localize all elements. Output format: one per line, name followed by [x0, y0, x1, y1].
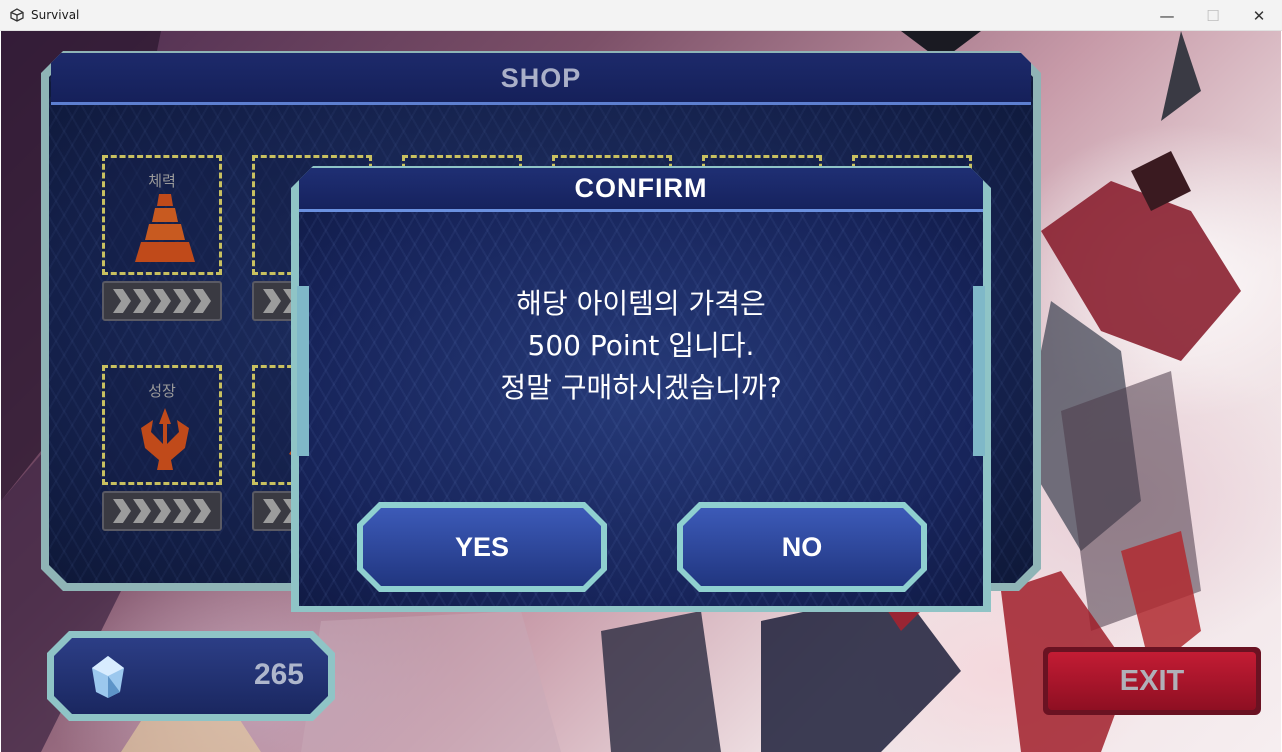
- confirm-message-line: 정말 구매하시겠습니까?: [500, 371, 782, 404]
- crystal-icon: [92, 656, 124, 698]
- no-button-face[interactable]: NO: [683, 508, 921, 586]
- confirm-message: 해당 아이템의 가격은 500 Point 입니다. 정말 구매하시겠습니까?: [291, 283, 991, 409]
- shop-item-label: 성장: [148, 382, 176, 400]
- shop-item-label: 체력: [148, 172, 176, 190]
- shop-item-slot[interactable]: 성장: [102, 365, 222, 485]
- no-button-label: NO: [781, 531, 823, 562]
- unity-icon: [10, 8, 24, 22]
- shop-title: SHOP: [500, 63, 582, 93]
- no-button[interactable]: NO: [677, 502, 927, 592]
- growth-icon: [141, 408, 189, 470]
- item-level-bar: [102, 281, 222, 321]
- maximize-button[interactable]: ☐: [1190, 0, 1236, 31]
- close-button[interactable]: ✕: [1236, 0, 1282, 31]
- confirm-message-line: 해당 아이템의 가격은: [516, 287, 766, 320]
- item-level-bar: [102, 491, 222, 531]
- exit-button-label: EXIT: [1119, 664, 1185, 697]
- minimize-button[interactable]: —: [1144, 0, 1190, 31]
- confirm-dialog: CONFIRM 해당 아이템의 가격은 500 Point 입니다. 정말 구매…: [291, 166, 991, 612]
- yes-button-face[interactable]: YES: [363, 508, 601, 586]
- yes-button[interactable]: YES: [357, 502, 607, 592]
- yes-button-label: YES: [454, 531, 510, 562]
- confirm-message-line: 500 Point 입니다.: [527, 329, 755, 362]
- point-counter-body: 265: [54, 638, 328, 714]
- exit-button[interactable]: EXIT: [1043, 647, 1261, 715]
- close-icon: ✕: [1252, 6, 1266, 25]
- window-titlebar: Survival — ☐ ✕: [0, 0, 1282, 31]
- point-value: 265: [253, 658, 304, 691]
- exit-button-face[interactable]: EXIT: [1048, 652, 1256, 710]
- window-title: Survival: [31, 8, 80, 22]
- game-viewport: SHOP 체력 방 성장: [1, 31, 1281, 752]
- maximize-icon: ☐: [1206, 6, 1220, 25]
- point-counter: 265: [47, 631, 335, 721]
- shop-item-slot[interactable]: 체력: [102, 155, 222, 275]
- confirm-title: CONFIRM: [574, 173, 708, 203]
- minimize-icon: —: [1159, 6, 1175, 25]
- tower-icon: [135, 194, 195, 262]
